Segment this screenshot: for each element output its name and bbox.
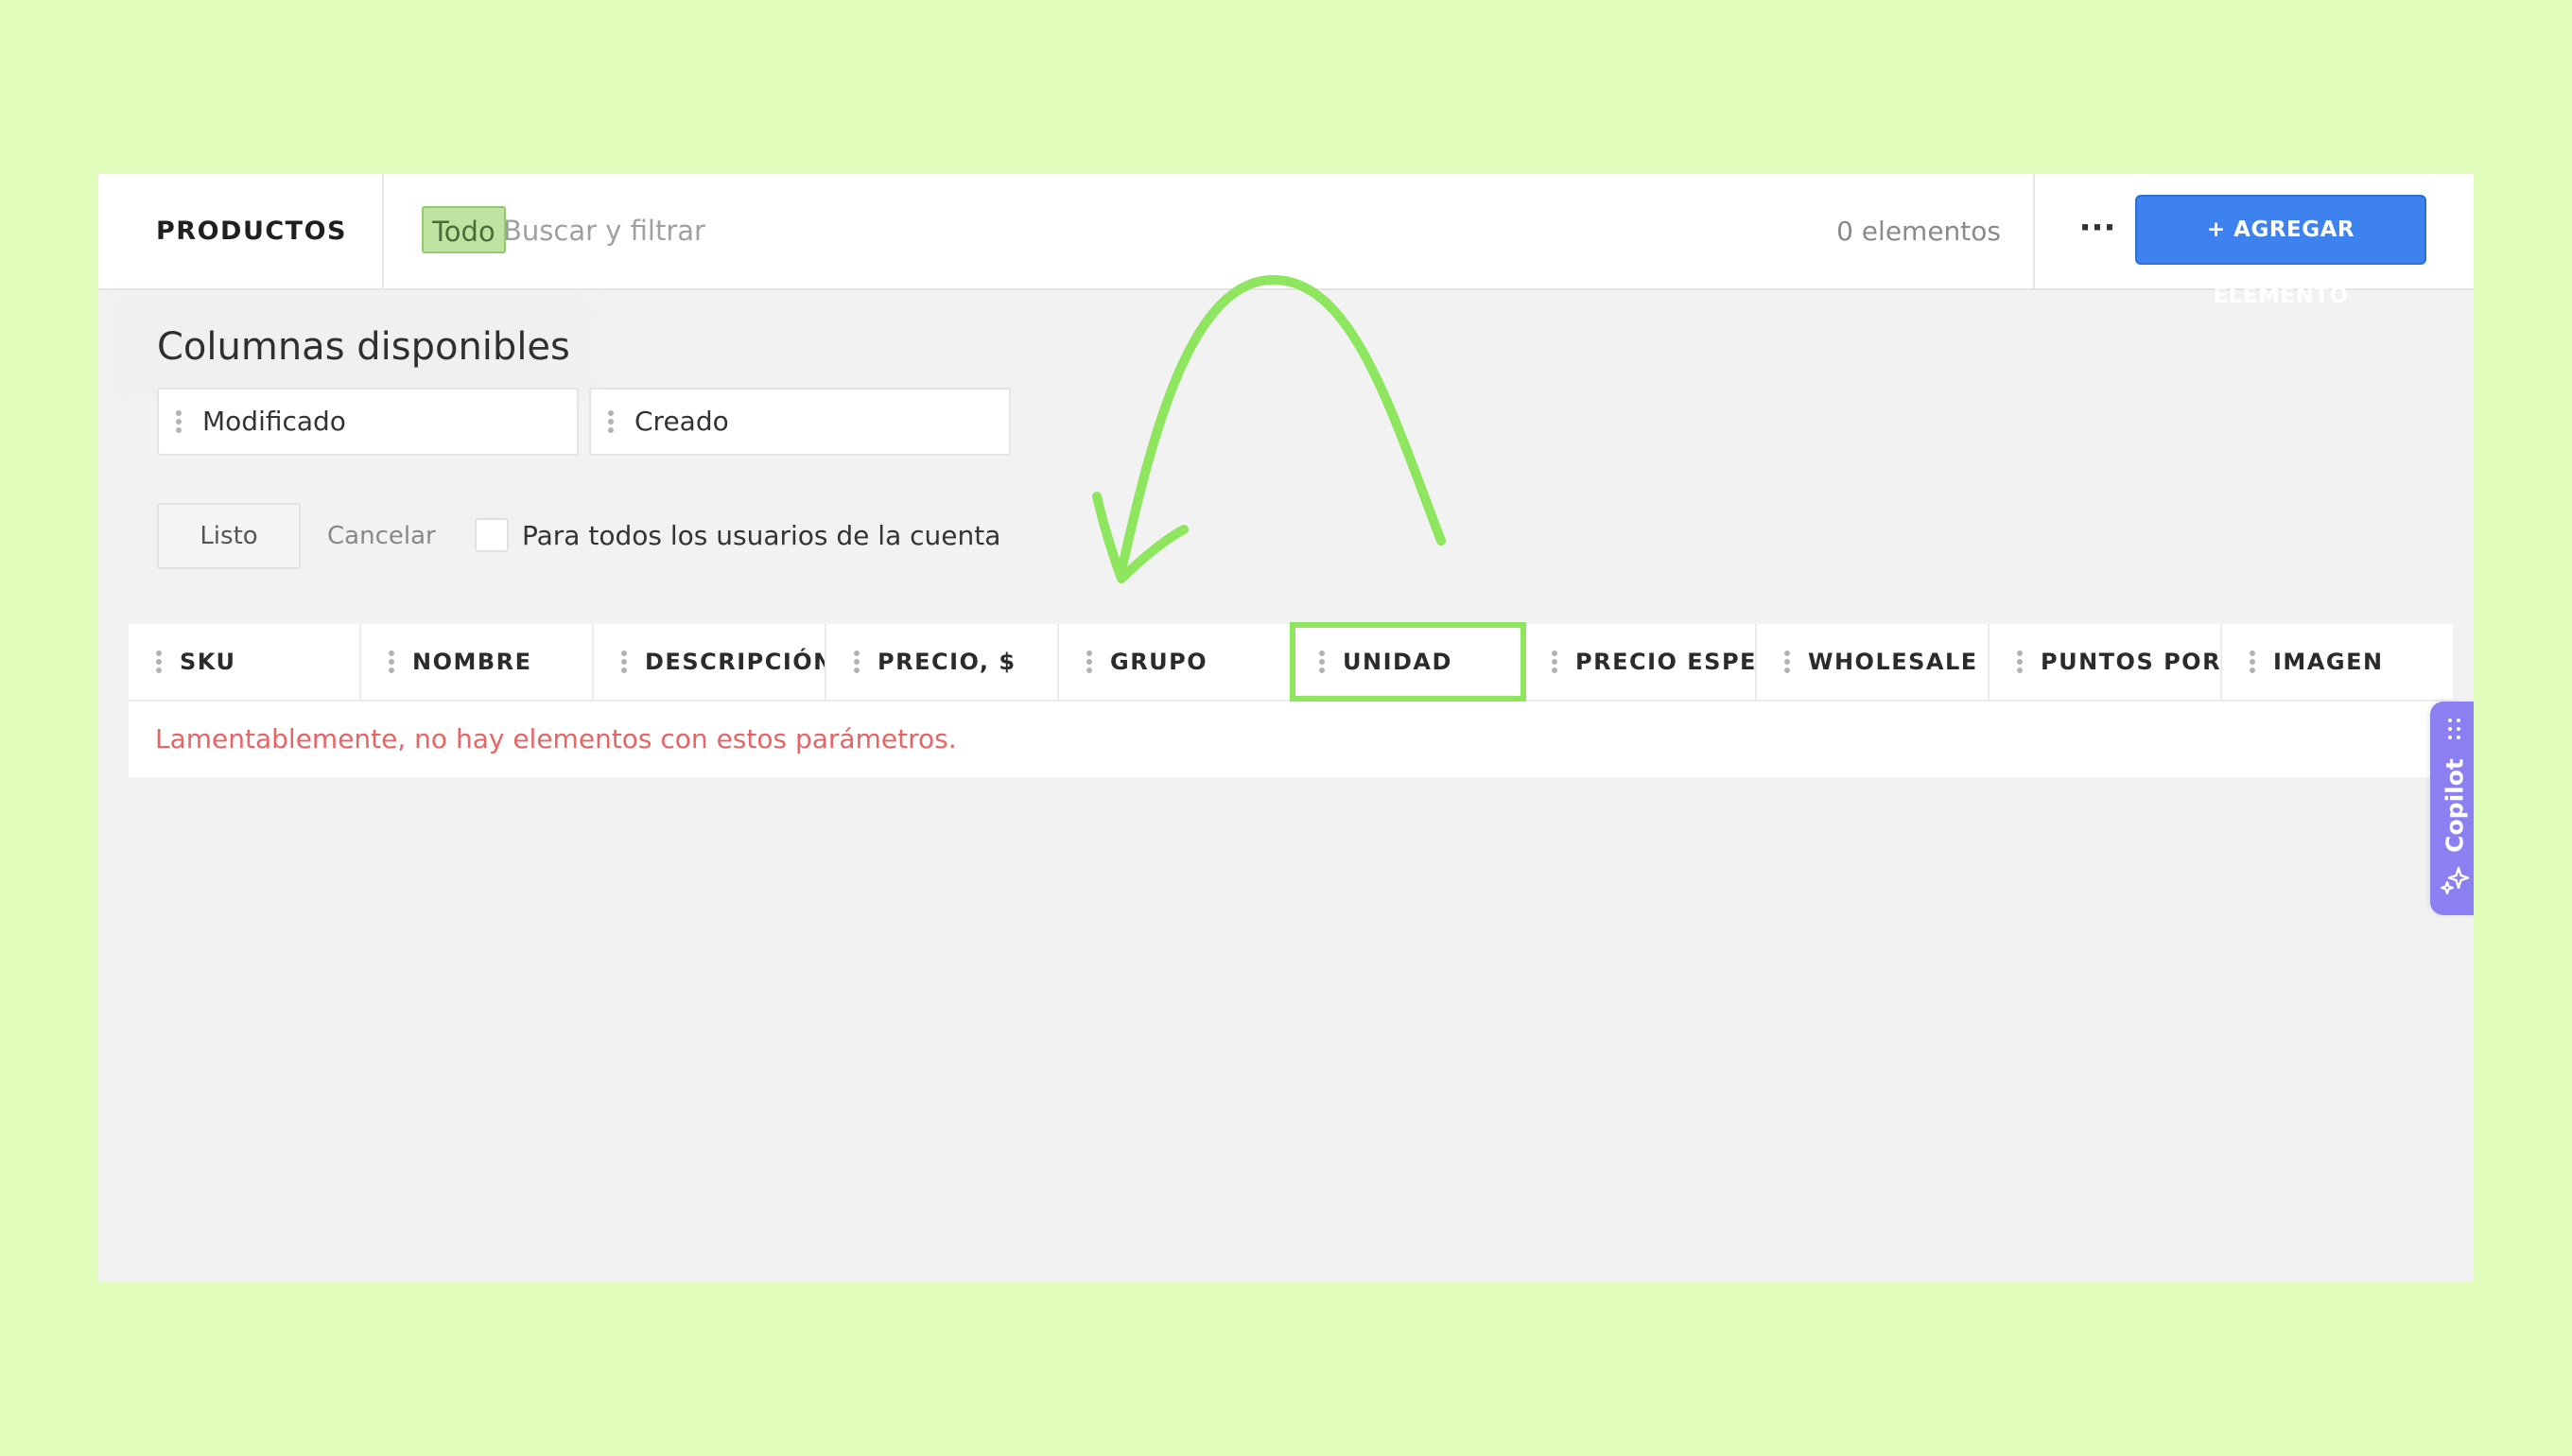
column-header-label: SKU [180, 649, 236, 675]
copilot-label: Copilot [2441, 758, 2469, 853]
actions-divider [2033, 174, 2035, 288]
column-header-label: GRUPO [1110, 649, 1208, 675]
column-header-sku[interactable]: SKU [129, 624, 361, 700]
drag-handle-icon[interactable] [1552, 650, 1557, 673]
drag-handle-icon[interactable] [176, 410, 182, 433]
drag-handle-icon[interactable] [621, 650, 627, 673]
column-header-label: IMAGEN [2273, 649, 2384, 675]
column-header-wholesale-price[interactable]: WHOLESALE PRICE [1757, 624, 1990, 700]
table-header: SKU NOMBRE DESCRIPCIÓN PRECIO, $ GRUPO U… [129, 622, 2455, 702]
column-header-unidad[interactable]: UNIDAD [1290, 622, 1526, 702]
drag-handle-icon[interactable] [608, 410, 614, 433]
products-table: SKU NOMBRE DESCRIPCIÓN PRECIO, $ GRUPO U… [129, 622, 2455, 777]
empty-state-message: Lamentablemente, no hay elementos con es… [155, 723, 957, 754]
column-header-label: PRECIO, $ [878, 649, 1017, 675]
column-header-label: PUNTOS POR COMPRA [2041, 649, 2222, 675]
column-header-label: PRECIO ESPECIAL [1575, 649, 1757, 675]
available-column-creado[interactable]: Creado [589, 388, 1011, 456]
available-columns-title: Columnas disponibles [119, 303, 587, 390]
drag-handle-icon[interactable] [156, 650, 162, 673]
item-count: 0 elementos [1836, 216, 2001, 247]
available-column-label: Creado [634, 406, 729, 437]
column-header-grupo[interactable]: GRUPO [1059, 624, 1292, 700]
add-item-button[interactable]: + AGREGAR ELEMENTO [2135, 195, 2426, 308]
available-column-label: Modificado [202, 406, 346, 437]
column-header-label: DESCRIPCIÓN [645, 649, 826, 675]
more-dots-icon: ··· [2078, 209, 2116, 247]
drag-handle-icon[interactable] [854, 650, 860, 673]
top-bar: PRODUCTOS Todo 0 elementos ··· + AGREGAR… [98, 174, 2474, 308]
copilot-tab[interactable]: Copilot [2430, 702, 2474, 915]
cancel-button[interactable]: Cancelar [327, 503, 436, 569]
column-header-label: NOMBRE [412, 649, 532, 675]
app-window: PRODUCTOS Todo 0 elementos ··· + AGREGAR… [98, 174, 2474, 1282]
drag-handle-icon[interactable] [389, 650, 394, 673]
available-column-modificado[interactable]: Modificado [157, 388, 579, 456]
more-options-button[interactable]: ··· [2071, 206, 2124, 259]
drag-handle-icon[interactable] [2250, 650, 2255, 673]
column-header-label: UNIDAD [1343, 649, 1452, 675]
done-button[interactable]: Listo [157, 503, 301, 569]
filter-chip-all[interactable]: Todo [422, 206, 506, 253]
column-header-descripcion[interactable]: DESCRIPCIÓN [594, 624, 826, 700]
column-header-imagen[interactable]: IMAGEN [2222, 624, 2455, 700]
all-users-checkbox[interactable] [475, 518, 509, 552]
grip-icon[interactable] [2448, 719, 2461, 739]
drag-handle-icon[interactable] [1319, 650, 1325, 673]
column-header-precio[interactable]: PRECIO, $ [826, 624, 1059, 700]
title-divider [382, 174, 384, 288]
column-header-label: WHOLESALE PRICE [1808, 649, 1988, 675]
column-header-precio-especial[interactable]: PRECIO ESPECIAL [1524, 624, 1757, 700]
search-input[interactable] [503, 202, 1354, 259]
drag-handle-icon[interactable] [2017, 650, 2023, 673]
all-users-label: Para todos los usuarios de la cuenta [522, 520, 1001, 551]
column-header-nombre[interactable]: NOMBRE [361, 624, 594, 700]
drag-handle-icon[interactable] [1784, 650, 1790, 673]
drag-handle-icon[interactable] [1086, 650, 1092, 673]
column-header-puntos-por-compra[interactable]: PUNTOS POR COMPRA [1990, 624, 2222, 700]
sparkle-icon [2440, 866, 2470, 895]
page-title: PRODUCTOS [156, 217, 347, 246]
